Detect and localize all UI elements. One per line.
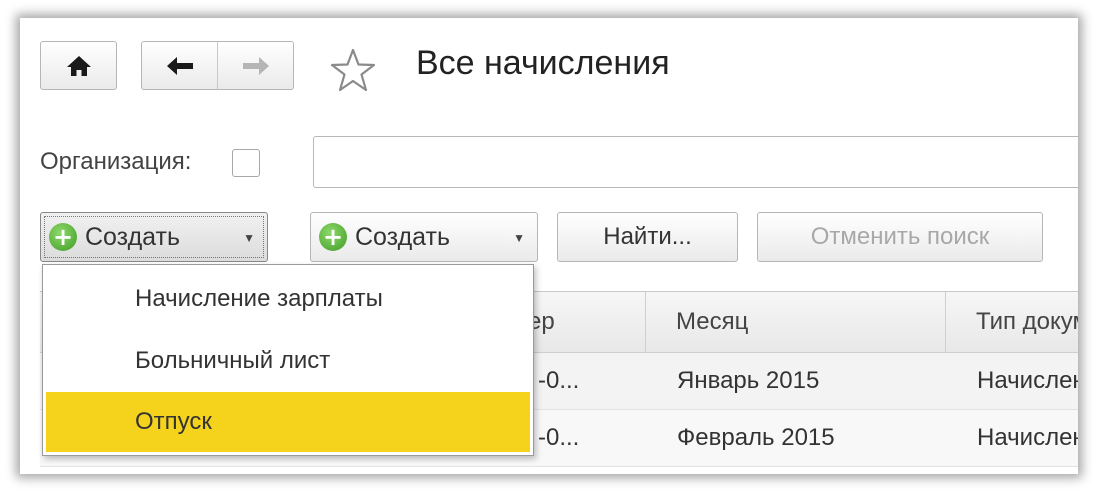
create-dropdown-menu: Начисление зарплаты Больничный лист Отпу… (42, 264, 534, 456)
column-header-month[interactable]: Месяц (645, 292, 945, 352)
arrow-left-icon (166, 56, 193, 75)
dropdown-arrow-icon: ▼ (243, 231, 255, 245)
plus-icon: + (319, 223, 347, 251)
page-title: Все начисления (416, 44, 670, 82)
dropdown-arrow-icon: ▼ (513, 231, 525, 245)
forward-button[interactable] (218, 42, 293, 89)
cancel-search-button[interactable]: Отменить поиск (757, 212, 1043, 262)
cell-month: Январь 2015 (677, 367, 820, 394)
cell-document-type: Начислен (977, 367, 1078, 394)
cell-document-type: Начислен (977, 424, 1078, 451)
home-icon (66, 55, 91, 76)
cell-number: -0... (538, 424, 580, 451)
arrow-right-icon (242, 56, 269, 75)
plus-icon: + (49, 223, 77, 251)
navigation-buttons (141, 41, 294, 90)
create-button-label: Создать (85, 222, 181, 251)
create-button-label: Создать (355, 222, 451, 251)
cell-number: -0... (538, 367, 580, 394)
column-header-document-type[interactable]: Тип докум (945, 292, 1078, 352)
column-header-number[interactable]: ер (520, 292, 626, 352)
star-icon[interactable] (330, 48, 376, 92)
menu-item-sick-leave[interactable]: Больничный лист (43, 330, 533, 392)
cell-month: Февраль 2015 (677, 424, 835, 451)
app-window: Все начисления Организация: + Создать ▼ … (20, 18, 1078, 474)
home-button[interactable] (40, 41, 117, 90)
create-button[interactable]: + Создать ▼ (310, 212, 538, 262)
organization-field[interactable] (313, 136, 1078, 188)
find-button[interactable]: Найти... (557, 212, 738, 262)
create-button-active[interactable]: + Создать ▼ (40, 212, 268, 262)
back-button[interactable] (142, 42, 217, 89)
menu-item-vacation[interactable]: Отпуск (46, 392, 530, 452)
organization-label: Организация: (40, 148, 192, 175)
organization-checkbox[interactable] (232, 149, 260, 177)
menu-item-salary-accrual[interactable]: Начисление зарплаты (43, 268, 533, 330)
